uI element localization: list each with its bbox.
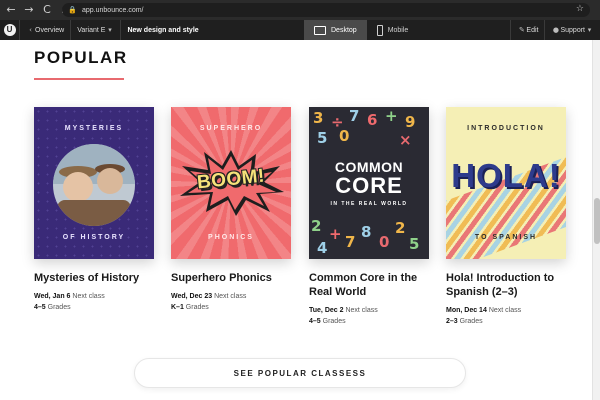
mobile-icon: [376, 24, 383, 36]
grades-value: 2–3: [446, 318, 458, 325]
class-grades: 2–3 Grades: [446, 316, 568, 327]
overview-button[interactable]: ‹ Overview: [20, 20, 72, 40]
desktop-icon: [314, 25, 326, 35]
class-card[interactable]: 3 ÷ 7 6 + 9 5 0 × 2 + 7 8 0 2 5 4 COMMON: [309, 107, 431, 327]
class-next-date: Tue, Dec 2 Next class: [309, 305, 431, 316]
variant-dropdown[interactable]: Variant E ▾: [71, 20, 122, 40]
class-cover-image[interactable]: INTRODUCTION HOLA! TO SPANISH: [446, 107, 566, 259]
edit-label: Edit: [526, 26, 539, 34]
cover-top-text: SUPERHERO: [199, 125, 263, 132]
chevron-left-icon: ‹: [29, 26, 32, 34]
cover-main-text: COMMON CORE IN THE REAL WORLD: [309, 159, 429, 208]
date-value: Tue, Dec 2: [309, 307, 344, 314]
variant-label: Variant E: [77, 26, 106, 34]
class-grades: K–1 Grades: [171, 302, 293, 313]
class-grades: 4–5 Grades: [309, 316, 431, 327]
grades-suffix: Grades: [47, 304, 71, 311]
browser-toolbar: ← → C ⌂ 🔒 app.unbounce.com/ ☆: [0, 0, 600, 20]
bookmark-star-icon[interactable]: ☆: [576, 4, 584, 14]
lock-icon: 🔒: [68, 6, 77, 14]
support-dropdown[interactable]: ● Support ▾: [544, 20, 600, 40]
date-value: Mon, Dec 14: [446, 307, 487, 314]
url-text[interactable]: app.unbounce.com/: [82, 7, 144, 14]
mobile-label: Mobile: [387, 26, 409, 34]
class-card[interactable]: SUPERHERO BOOM! PHONICS Superhero Phonic…: [171, 107, 293, 313]
cover-bottom-text: PHONICS: [208, 234, 254, 241]
class-title[interactable]: Superhero Phonics: [171, 271, 293, 285]
edit-button[interactable]: ✎ Edit: [510, 20, 544, 40]
forward-icon[interactable]: →: [22, 3, 36, 17]
grades-suffix: Grades: [459, 318, 483, 325]
date-suffix: Next class: [214, 293, 247, 300]
editor-toolbar: U ‹ Overview Variant E ▾ New design and …: [0, 20, 600, 40]
chevron-down-icon: ▾: [587, 26, 592, 34]
class-title[interactable]: Mysteries of History: [34, 271, 156, 285]
device-toggle: Desktop Mobile: [304, 20, 418, 40]
unbounce-logo[interactable]: U: [0, 20, 20, 40]
title-underline: [34, 78, 124, 80]
page-scrollbar[interactable]: [592, 40, 600, 400]
cover-top-text: INTRODUCTION: [467, 125, 545, 132]
class-card[interactable]: MYSTERIES OF HISTORY Mysteries of Histor…: [34, 107, 156, 313]
support-label: Support: [560, 26, 585, 34]
cover-top-text: MYSTERIES: [64, 125, 124, 132]
right-tools: ✎ Edit ● Support ▾: [510, 20, 600, 40]
section-title: POPULAR: [34, 48, 128, 67]
cover-main-word: HOLA!: [451, 157, 561, 194]
grades-value: 4–5: [309, 318, 321, 325]
class-title[interactable]: Common Core in the Real World: [309, 271, 431, 299]
date-suffix: Next class: [72, 293, 105, 300]
cover-photo: [53, 144, 135, 226]
scrollbar-thumb[interactable]: [594, 198, 600, 244]
reload-icon[interactable]: C: [40, 3, 54, 17]
see-popular-classes-button[interactable]: SEE POPULAR CLASSESS: [134, 358, 466, 388]
date-suffix: Next class: [345, 307, 378, 314]
cover-bottom-text: TO SPANISH: [474, 234, 538, 241]
cover-bottom-text: OF HISTORY: [62, 234, 126, 241]
help-icon: ●: [552, 26, 560, 34]
back-icon[interactable]: ←: [4, 3, 18, 17]
date-value: Wed, Jan 6: [34, 293, 71, 300]
mobile-view-button[interactable]: Mobile: [367, 20, 419, 40]
chevron-down-icon: ▾: [108, 26, 112, 34]
class-grades: 4–5 Grades: [34, 302, 156, 313]
page-canvas: POPULAR MYSTERIES OF HISTORY Mysteries o…: [0, 40, 592, 400]
pencil-icon: ✎: [518, 26, 525, 34]
date-suffix: Next class: [488, 307, 522, 314]
desktop-label: Desktop: [331, 26, 357, 34]
grades-value: 4–5: [34, 304, 46, 311]
overview-label: Overview: [35, 26, 65, 34]
grades-value: K–1: [171, 304, 184, 311]
class-next-date: Wed, Jan 6 Next class: [34, 291, 156, 302]
class-title[interactable]: Hola! Introduction to Spanish (2–3): [446, 271, 568, 299]
grades-suffix: Grades: [185, 304, 209, 311]
class-next-date: Mon, Dec 14 Next class: [446, 305, 568, 316]
address-bar[interactable]: 🔒 app.unbounce.com/ ☆: [62, 3, 590, 17]
date-value: Wed, Dec 23: [171, 293, 213, 300]
cover-subtitle: IN THE REAL WORLD: [330, 201, 408, 207]
class-next-date: Wed, Dec 23 Next class: [171, 291, 293, 302]
class-cover-image[interactable]: 3 ÷ 7 6 + 9 5 0 × 2 + 7 8 0 2 5 4 COMMON: [309, 107, 429, 259]
class-card[interactable]: INTRODUCTION HOLA! TO SPANISH Hola! Intr…: [446, 107, 568, 327]
desktop-view-button[interactable]: Desktop: [304, 20, 367, 40]
grades-suffix: Grades: [322, 318, 346, 325]
page-name: New design and style: [127, 26, 199, 34]
class-cover-image[interactable]: SUPERHERO BOOM! PHONICS: [171, 107, 291, 259]
logo-icon: U: [3, 24, 16, 36]
cover-line-2: CORE: [335, 173, 403, 198]
class-cover-image[interactable]: MYSTERIES OF HISTORY: [34, 107, 154, 259]
